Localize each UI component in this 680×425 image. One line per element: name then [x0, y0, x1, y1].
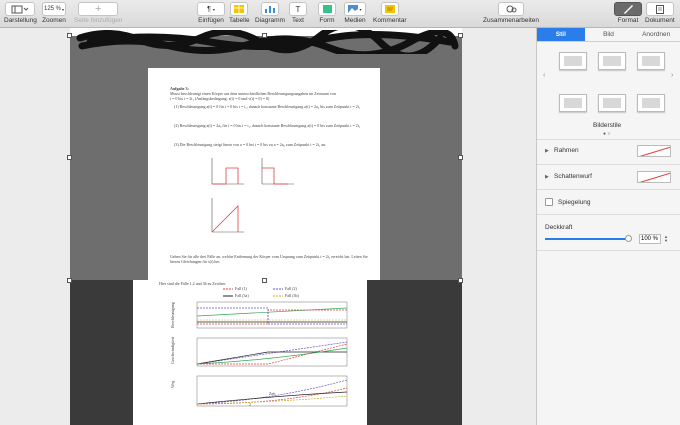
resize-handle-tc[interactable] — [262, 33, 267, 38]
media-button[interactable]: ▾ Medien — [344, 2, 366, 24]
legend-fall-2: Fall (2) — [285, 286, 297, 291]
comment-icon — [380, 2, 399, 16]
image-style-6[interactable] — [637, 94, 665, 112]
zoom-control[interactable]: 125 % ▾ Zoomen — [42, 2, 66, 24]
chart-button[interactable]: Diagramm — [255, 2, 285, 24]
collaborate-icon — [498, 2, 524, 16]
toolbar: Darstellung 125 % ▾ Zoomen + Seite hinzuf… — [0, 0, 680, 28]
tab-style[interactable]: Stil — [537, 28, 585, 41]
opacity-field[interactable]: 100 % — [639, 234, 661, 244]
tab-image[interactable]: Bild — [585, 28, 633, 41]
resize-handle-bc[interactable] — [262, 278, 267, 283]
ylabel-distance: Weg — [170, 380, 175, 388]
task-item-1: (1) Beschleunigung a(t) = 0 für t = 0 bi… — [174, 104, 361, 109]
zoom-value: 125 % — [43, 6, 61, 12]
image-styles-label: Bilderstile — [593, 122, 622, 129]
page-number: 2 — [249, 402, 251, 407]
ylabel-acceleration: Beschleunigung — [170, 302, 175, 328]
exam-sheet-image: Aufgabe 3: Musst beschleunigt einen Körp… — [148, 68, 380, 280]
add-page-button[interactable]: + Seite hinzufügen — [74, 2, 122, 24]
comment-button[interactable]: Kommentar — [373, 2, 407, 24]
image-style-2[interactable] — [598, 52, 626, 70]
shape-icon — [318, 2, 336, 16]
resize-handle-ml[interactable] — [67, 155, 72, 160]
divider — [537, 189, 680, 190]
document-icon — [645, 2, 674, 16]
format-sidebar: Stil Bild Anordnen ‹ › Bilderstile ● ○ ▶… — [536, 28, 680, 425]
border-label: Rahmen — [554, 147, 579, 154]
divider — [537, 250, 680, 251]
opacity-stepper[interactable]: ▲ ▼ — [663, 234, 669, 244]
divider — [537, 164, 680, 165]
resize-handle-tl[interactable] — [67, 33, 72, 38]
selected-image[interactable]: Aufgabe 3: Musst beschleunigt einen Körp… — [70, 36, 462, 280]
border-swatch[interactable] — [637, 145, 671, 157]
image-style-5[interactable] — [598, 94, 626, 112]
insert-button[interactable]: ¶ ▾ Einfügen — [197, 2, 225, 24]
reflection-label: Spiegelung — [558, 199, 591, 206]
legend-fall-3a: Fall (3a) — [235, 293, 249, 298]
legend-fall-3b: Fall (3b) — [285, 293, 299, 298]
opacity-label: Deckkraft — [545, 224, 573, 231]
sidebar-tabs: Stil Bild Anordnen — [537, 28, 680, 42]
task-intro-2: t = 0 bis t = 2t₁ (Anfangsbedingung: s(t… — [170, 96, 270, 101]
divider — [537, 214, 680, 215]
image-style-1[interactable] — [559, 52, 587, 70]
image-style-4[interactable] — [559, 94, 587, 112]
paintbrush-icon — [614, 2, 642, 16]
reflection-checkbox[interactable] — [545, 198, 553, 206]
resize-handle-tr[interactable] — [458, 33, 463, 38]
legend-fall-1: Fall (1) — [235, 286, 247, 291]
graphs-image[interactable]: Hier sind die Fälle 1,2 und 3b zu Zeiche… — [133, 280, 367, 425]
chevron-right-icon[interactable]: › — [671, 72, 673, 79]
image-style-3[interactable] — [637, 52, 665, 70]
view-button[interactable]: Darstellung — [4, 2, 37, 24]
image-backdrop-right — [367, 280, 462, 425]
opacity-slider-knob[interactable] — [625, 235, 632, 242]
chevron-left-icon[interactable]: ‹ — [543, 72, 545, 79]
document-button[interactable]: Dokument — [645, 2, 675, 24]
shadow-swatch[interactable] — [637, 171, 671, 183]
plus-icon: + — [78, 2, 119, 16]
shadow-label: Schattenwurf — [554, 173, 592, 180]
paragraph-icon: ¶ ▾ — [197, 2, 225, 16]
opacity-slider-fill — [545, 238, 629, 240]
resize-handle-br[interactable] — [458, 278, 463, 283]
acceleration-sketches — [211, 158, 294, 233]
image-backdrop-left — [70, 280, 133, 425]
tab-arrange[interactable]: Anordnen — [632, 28, 680, 41]
task-item-2: (2) Beschleunigung a(t) = 2a₀ für t = 0 … — [174, 123, 361, 128]
chart-icon — [260, 2, 279, 16]
ylabel-velocity: Geschwindigkeit — [170, 336, 175, 364]
chevron-down-icon: ▾ — [62, 6, 65, 12]
task-item-3: (3) Die Beschleunigung steigt linear von… — [174, 142, 327, 147]
image-styles-grid — [559, 52, 665, 112]
text-button[interactable]: T Text — [289, 2, 307, 24]
table-icon — [230, 2, 249, 16]
disclosure-triangle-icon[interactable]: ▶ — [545, 148, 549, 154]
motion-graphs — [196, 301, 348, 407]
task-question: Geben Sie für alle drei Fälle an, welche… — [170, 254, 368, 264]
opacity-slider[interactable] — [545, 238, 629, 240]
disclosure-triangle-icon[interactable]: ▶ — [545, 174, 549, 180]
format-button[interactable]: Format — [614, 2, 642, 24]
image-icon: ▾ — [344, 2, 366, 16]
divider — [537, 139, 680, 140]
table-button[interactable]: Tabelle — [229, 2, 250, 24]
xlabel-time: Zeit — [269, 391, 276, 396]
sidebar-icon — [5, 2, 36, 16]
text-icon: T — [289, 2, 307, 16]
collaborate-button[interactable]: Zusammenarbeiten — [483, 2, 539, 24]
page-dots[interactable]: ● ○ — [603, 131, 610, 137]
resize-handle-bl[interactable] — [67, 278, 72, 283]
resize-handle-mr[interactable] — [458, 155, 463, 160]
shape-button[interactable]: Form — [318, 2, 336, 24]
